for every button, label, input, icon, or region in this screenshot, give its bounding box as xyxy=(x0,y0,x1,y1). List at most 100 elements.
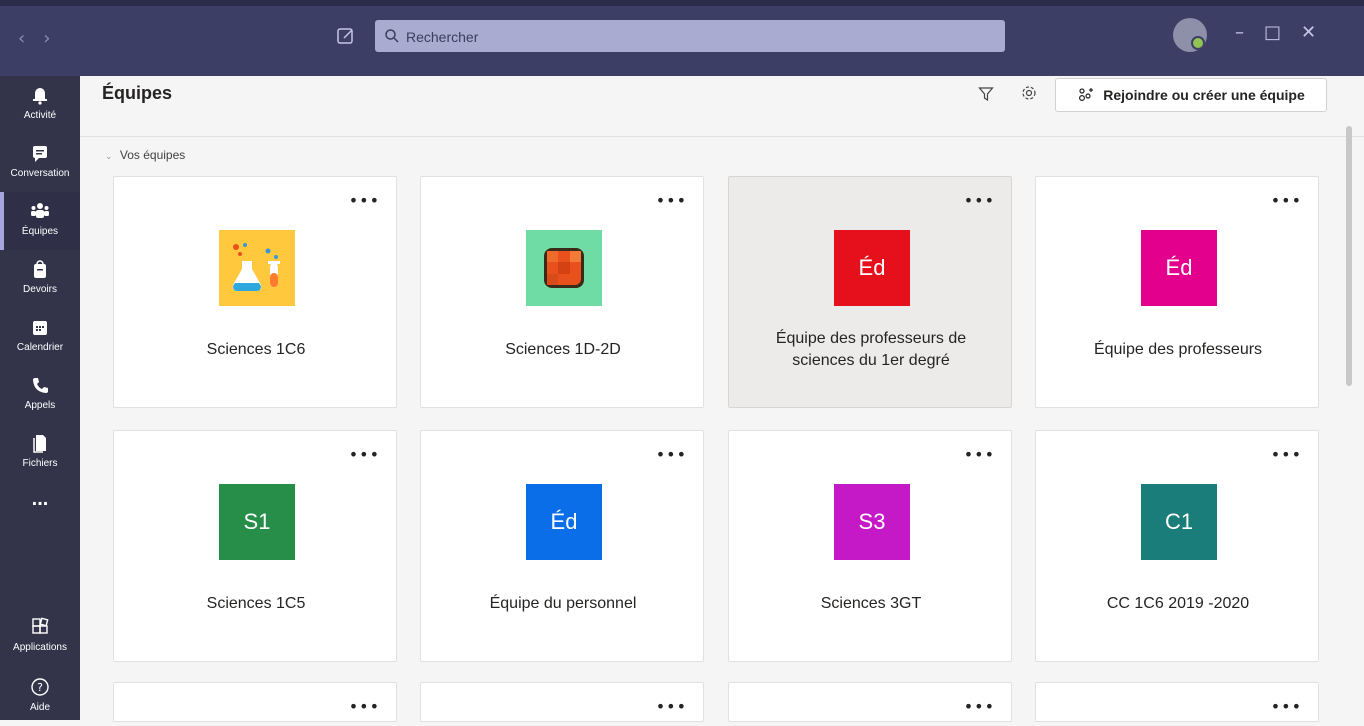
svg-text:?: ? xyxy=(37,681,43,694)
search-icon xyxy=(385,29,399,43)
rail-label: Appels xyxy=(24,400,56,411)
team-tile xyxy=(526,230,602,306)
teams-header: Équipes Rejoindre ou créer une équipe xyxy=(80,76,1364,137)
rail-label: Équipes xyxy=(21,226,59,237)
close-icon[interactable]: ✕ xyxy=(1301,22,1316,43)
team-tile: C1 xyxy=(1141,484,1217,560)
chat-icon xyxy=(33,146,47,162)
team-name: Sciences 1C6 xyxy=(206,341,306,358)
more-options-icon[interactable]: ••• xyxy=(656,191,687,210)
search-box[interactable] xyxy=(375,20,1005,52)
rail-item-devoirs[interactable]: Devoirs xyxy=(0,250,80,308)
team-card[interactable]: ••• xyxy=(420,682,704,722)
team-card[interactable]: ••• C1 CC 1C6 2019 -2020 xyxy=(1035,430,1319,662)
team-name: Équipe des professeurs xyxy=(1093,341,1263,358)
forward-icon[interactable]: › xyxy=(43,28,50,49)
team-name: Équipe des professeurs de sciences du 1e… xyxy=(775,330,967,369)
more-options-icon[interactable]: ••• xyxy=(656,445,687,464)
more-options-icon[interactable]: ••• xyxy=(964,191,995,210)
team-tile: S3 xyxy=(834,484,910,560)
team-name: Sciences 1D-2D xyxy=(505,341,621,358)
phone-icon xyxy=(33,378,48,393)
vertical-scrollbar[interactable] xyxy=(1346,126,1352,386)
teams-icon xyxy=(31,203,49,218)
bell-icon xyxy=(33,88,47,105)
team-name: Sciences 1C5 xyxy=(206,595,306,612)
more-options-icon[interactable]: ••• xyxy=(1271,697,1302,716)
maximize-icon[interactable]: □ xyxy=(1264,22,1281,43)
team-name: Sciences 3GT xyxy=(820,595,922,612)
more-options-icon[interactable]: ••• xyxy=(1271,445,1302,464)
files-icon xyxy=(33,435,46,453)
team-card[interactable]: ••• xyxy=(113,682,397,722)
team-card[interactable]: ••• Éd Équipe des professeurs de science… xyxy=(728,176,1012,408)
team-tile xyxy=(219,230,295,306)
rail-label: Calendrier xyxy=(16,342,64,353)
teams-main: Équipes Rejoindre ou créer une équipe ⌄ … xyxy=(80,76,1364,722)
rail-item-activite[interactable]: Activité xyxy=(0,76,80,134)
team-card[interactable]: ••• Éd Équipe du personnel xyxy=(420,430,704,662)
join-create-team-label: Rejoindre ou créer une équipe xyxy=(1103,87,1305,103)
rail-item-fichiers[interactable]: Fichiers xyxy=(0,424,80,482)
back-icon[interactable]: ‹ xyxy=(18,28,25,49)
team-tile: Éd xyxy=(526,484,602,560)
team-tile: Éd xyxy=(1141,230,1217,306)
section-label: Vos équipes xyxy=(119,148,186,162)
team-card[interactable]: ••• xyxy=(728,682,1012,722)
rail-item-equipes[interactable]: Équipes xyxy=(0,192,80,250)
profile-avatar[interactable] xyxy=(1173,18,1207,52)
more-apps-label: ... xyxy=(31,488,49,510)
team-card[interactable]: ••• Éd Équipe des professeurs xyxy=(1035,176,1319,408)
more-options-icon[interactable]: ••• xyxy=(349,191,380,210)
rail-item-applications[interactable]: Applications xyxy=(0,608,80,666)
nav-arrows: ‹ › xyxy=(18,28,50,49)
rail-item-aide[interactable]: ? Aide xyxy=(0,668,80,726)
title-strip xyxy=(0,0,1364,6)
team-name: Équipe du personnel xyxy=(489,595,637,612)
add-team-icon xyxy=(1079,88,1094,102)
team-card[interactable]: ••• Sciences 1C6 xyxy=(113,176,397,408)
rail-label: Activité xyxy=(23,110,57,121)
rail-item-more[interactable]: ... xyxy=(0,482,80,540)
rail-label: Applications xyxy=(13,642,67,653)
title-bar: ‹ › – □ ✕ xyxy=(0,0,1364,76)
team-name: CC 1C6 2019 -2020 xyxy=(1106,595,1250,612)
more-options-icon[interactable]: ••• xyxy=(964,445,995,464)
compose-icon[interactable] xyxy=(336,26,356,46)
more-options-icon[interactable]: ••• xyxy=(349,697,380,716)
more-options-icon[interactable]: ••• xyxy=(964,697,995,716)
team-card[interactable]: ••• S3 Sciences 3GT xyxy=(728,430,1012,662)
science-icon xyxy=(232,243,280,291)
team-card[interactable]: ••• xyxy=(1035,682,1319,722)
gear-icon[interactable] xyxy=(1020,84,1038,102)
rail-label: Fichiers xyxy=(22,458,58,469)
rail-item-conversation[interactable]: Conversation xyxy=(0,134,80,192)
square-grid-icon xyxy=(544,248,584,288)
rail-label: Conversation xyxy=(10,168,70,179)
status-indicator xyxy=(1191,36,1205,50)
help-icon: ? xyxy=(31,678,49,696)
team-tile: Éd xyxy=(834,230,910,306)
apps-icon xyxy=(32,617,49,634)
more-options-icon[interactable]: ••• xyxy=(1271,191,1302,210)
rail-label: Aide xyxy=(29,702,50,713)
team-tile: S1 xyxy=(219,484,295,560)
team-card[interactable]: ••• Sciences 1D-2D xyxy=(420,176,704,408)
minimize-icon[interactable]: – xyxy=(1235,22,1244,43)
assignments-icon xyxy=(34,260,46,278)
chevron-down-icon: ⌄ xyxy=(105,151,113,161)
filter-icon[interactable] xyxy=(978,86,994,102)
calendar-icon xyxy=(33,321,47,335)
more-options-icon[interactable]: ••• xyxy=(656,697,687,716)
page-title: Équipes xyxy=(102,83,173,103)
window-controls: – □ ✕ xyxy=(1235,22,1316,43)
search-input[interactable] xyxy=(404,25,998,49)
rail-item-calendrier[interactable]: Calendrier xyxy=(0,308,80,366)
more-options-icon[interactable]: ••• xyxy=(349,445,380,464)
join-create-team-button[interactable]: Rejoindre ou créer une équipe xyxy=(1055,78,1327,112)
team-card[interactable]: ••• S1 Sciences 1C5 xyxy=(113,430,397,662)
app-rail: Activité Conversation Équipes Devoirs Ca… xyxy=(0,76,80,720)
section-header-your-teams[interactable]: ⌄ Vos équipes xyxy=(105,148,185,162)
rail-item-appels[interactable]: Appels xyxy=(0,366,80,424)
rail-label: Devoirs xyxy=(23,284,57,295)
